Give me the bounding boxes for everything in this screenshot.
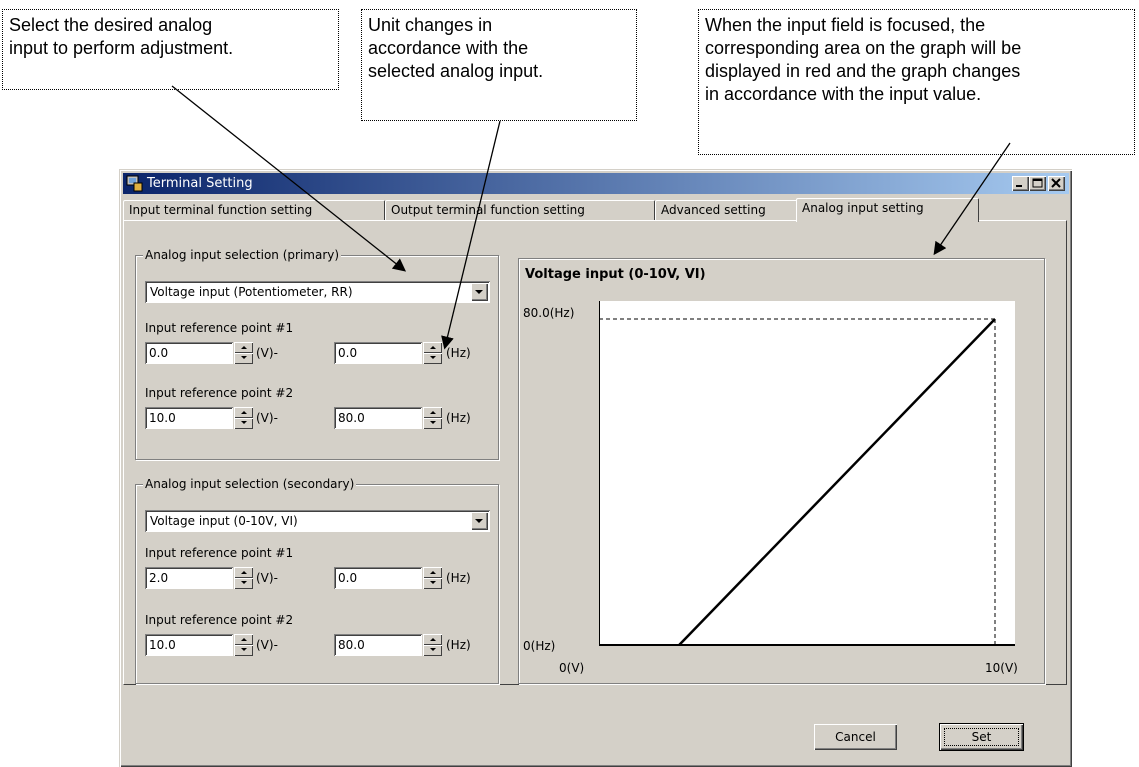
graph-panel: Voltage input (0-10V, VI) 80.0(Hz) 0(Hz)… xyxy=(518,258,1045,684)
graph-y-top-label: 80.0(Hz) xyxy=(523,306,575,320)
spin-down-icon[interactable] xyxy=(234,578,253,589)
close-icon xyxy=(1051,178,1061,188)
tab-analog-input[interactable]: Analog input setting xyxy=(796,198,979,222)
cancel-button[interactable]: Cancel xyxy=(814,724,897,750)
graph-svg xyxy=(598,301,1015,647)
graph-title: Voltage input (0-10V, VI) xyxy=(525,267,706,282)
spin-down-icon[interactable] xyxy=(423,353,442,364)
graph-y-bottom-label: 0(Hz) xyxy=(523,639,556,653)
secondary-point2-spin-a[interactable] xyxy=(234,634,253,656)
graph-plot-area xyxy=(598,301,1015,647)
spin-down-icon[interactable] xyxy=(234,353,253,364)
secondary-selection-value: Voltage input (0-10V, VI) xyxy=(150,514,298,528)
secondary-point2-unit-a: (V)- xyxy=(256,638,278,652)
secondary-point1-label: Input reference point #1 xyxy=(145,546,294,560)
secondary-point2-input-a[interactable]: 10.0 xyxy=(145,634,233,656)
minimize-icon xyxy=(1016,185,1022,187)
spin-up-icon[interactable] xyxy=(423,342,442,353)
maximize-icon xyxy=(1032,178,1043,188)
dropdown-arrow-icon[interactable] xyxy=(471,512,488,530)
spin-up-icon[interactable] xyxy=(234,567,253,578)
callout-unit-change: Unit changes in accordance with the sele… xyxy=(361,9,637,121)
spin-up-icon[interactable] xyxy=(234,342,253,353)
primary-point1-spin-b[interactable] xyxy=(423,342,442,364)
secondary-legend: Analog input selection (secondary) xyxy=(143,476,357,492)
tab-input-terminal[interactable]: Input terminal function setting xyxy=(123,200,385,220)
primary-legend: Analog input selection (primary) xyxy=(143,247,342,263)
primary-point2-input-b[interactable]: 80.0 xyxy=(334,407,422,429)
primary-point2-spin-b[interactable] xyxy=(423,407,442,429)
set-button[interactable]: Set xyxy=(939,723,1024,751)
primary-point1-unit-a: (V)- xyxy=(256,346,278,360)
secondary-point1-unit-a: (V)- xyxy=(256,571,278,585)
spin-up-icon[interactable] xyxy=(423,634,442,645)
spin-up-icon[interactable] xyxy=(234,407,253,418)
maximize-button[interactable] xyxy=(1029,176,1046,191)
focus-rect xyxy=(944,728,1019,746)
spin-down-icon[interactable] xyxy=(234,645,253,656)
close-button[interactable] xyxy=(1048,176,1065,191)
primary-point1-label: Input reference point #1 xyxy=(145,321,294,335)
secondary-point1-unit-b: (Hz) xyxy=(446,571,471,585)
tab-output-terminal[interactable]: Output terminal function setting xyxy=(385,200,655,220)
secondary-point2-unit-b: (Hz) xyxy=(446,638,471,652)
spin-up-icon[interactable] xyxy=(234,634,253,645)
callout-analog-select: Select the desired analog input to perfo… xyxy=(2,9,339,90)
secondary-point2-label: Input reference point #2 xyxy=(145,613,294,627)
spin-up-icon[interactable] xyxy=(423,567,442,578)
primary-point1-spin-a[interactable] xyxy=(234,342,253,364)
tab-advanced[interactable]: Advanced setting xyxy=(655,200,798,220)
primary-point1-input-b[interactable]: 0.0 xyxy=(334,342,422,364)
graph-x-left-label: 0(V) xyxy=(559,661,585,675)
secondary-selection-combo[interactable]: Voltage input (0-10V, VI) xyxy=(145,510,490,532)
spin-down-icon[interactable] xyxy=(234,418,253,429)
secondary-point1-spin-b[interactable] xyxy=(423,567,442,589)
minimize-button[interactable] xyxy=(1012,176,1029,191)
graph-series-line xyxy=(677,318,996,647)
primary-selection-value: Voltage input (Potentiometer, RR) xyxy=(150,285,353,299)
primary-point2-unit-b: (Hz) xyxy=(446,411,471,425)
secondary-point1-input-b[interactable]: 0.0 xyxy=(334,567,422,589)
graph-x-right-label: 10(V) xyxy=(985,661,1018,675)
window-title: Terminal Setting xyxy=(147,176,253,191)
group-secondary: Analog input selection (secondary) Volta… xyxy=(135,476,499,684)
spin-up-icon[interactable] xyxy=(423,407,442,418)
primary-point1-unit-b: (Hz) xyxy=(446,346,471,360)
spin-down-icon[interactable] xyxy=(423,645,442,656)
title-bar[interactable]: Terminal Setting xyxy=(123,173,1069,194)
spin-down-icon[interactable] xyxy=(423,578,442,589)
dropdown-arrow-icon[interactable] xyxy=(471,283,488,301)
group-primary: Analog input selection (primary) Voltage… xyxy=(135,247,499,460)
primary-point2-spin-a[interactable] xyxy=(234,407,253,429)
secondary-point2-spin-b[interactable] xyxy=(423,634,442,656)
secondary-point1-input-a[interactable]: 2.0 xyxy=(145,567,233,589)
primary-point2-label: Input reference point #2 xyxy=(145,386,294,400)
primary-point1-input-a[interactable]: 0.0 xyxy=(145,342,233,364)
secondary-point1-spin-a[interactable] xyxy=(234,567,253,589)
callout-graph-focus: When the input field is focused, the cor… xyxy=(698,9,1135,155)
spin-down-icon[interactable] xyxy=(423,418,442,429)
primary-selection-combo[interactable]: Voltage input (Potentiometer, RR) xyxy=(145,281,490,303)
app-icon xyxy=(126,175,143,192)
primary-point2-input-a[interactable]: 10.0 xyxy=(145,407,233,429)
secondary-point2-input-b[interactable]: 80.0 xyxy=(334,634,422,656)
primary-point2-unit-a: (V)- xyxy=(256,411,278,425)
